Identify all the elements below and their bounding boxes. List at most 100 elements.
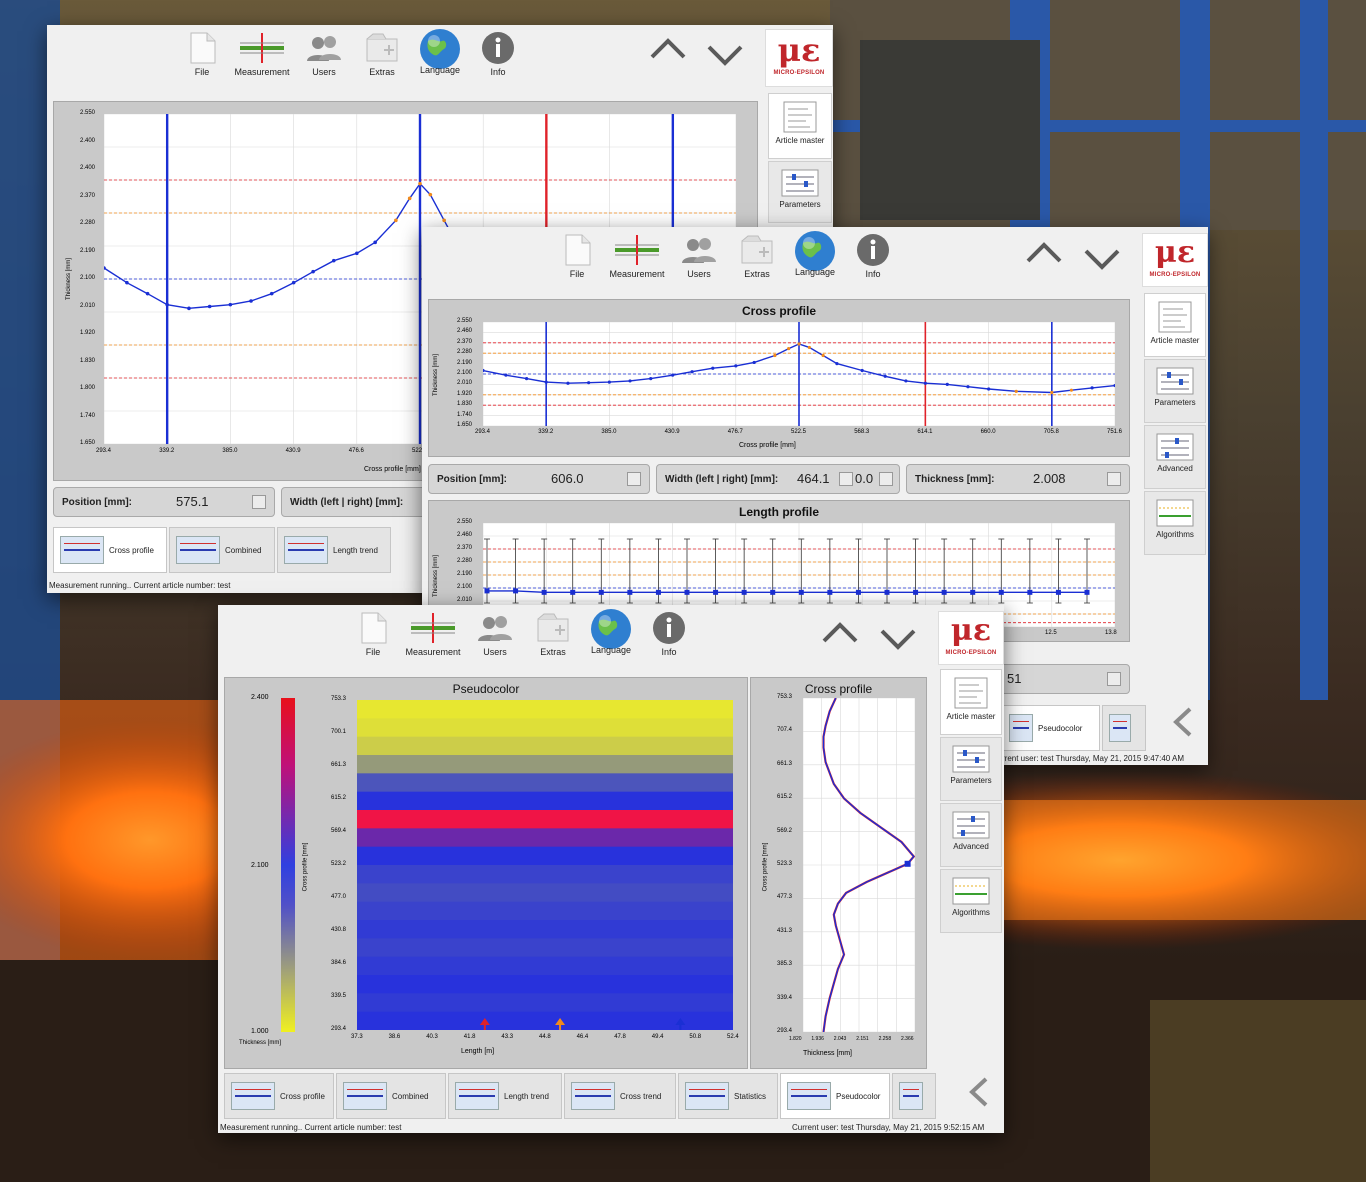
tick-label: 660.0 <box>980 429 996 435</box>
toolbar-users[interactable]: Users <box>669 227 729 299</box>
data-point <box>394 218 398 223</box>
scroll-up-button[interactable] <box>822 619 858 653</box>
tick-label: 50.8 <box>689 1034 702 1040</box>
data-point <box>291 280 296 285</box>
data-point <box>418 181 422 186</box>
x-axis-label: Cross profile [mm] <box>364 466 421 473</box>
cross-profile-plot <box>481 321 1117 427</box>
sidebar-item-algorithms[interactable]: Algorithms <box>940 869 1002 933</box>
expand-icon[interactable] <box>1107 672 1121 686</box>
sidebar-item-advanced[interactable]: Advanced <box>940 803 1002 867</box>
colorbar-tick-min: 1.000 <box>251 1028 269 1035</box>
toolbar-language[interactable]: Language <box>581 605 641 677</box>
toolbar-measurement[interactable]: Measurement <box>403 605 463 677</box>
status-bar-left: Measurement running.. Current article nu… <box>220 1123 402 1132</box>
scroll-up-button[interactable] <box>1026 239 1062 273</box>
tab-pseudocolor[interactable]: Pseudocolor <box>1002 705 1100 751</box>
tab-pseudocolor[interactable]: Pseudocolor <box>780 1073 890 1119</box>
tab-combined[interactable]: Combined <box>169 527 275 573</box>
toolbar-extras[interactable]: Extras <box>523 605 583 677</box>
tab-length-trend[interactable]: Length trend <box>277 527 391 573</box>
scroll-down-button[interactable] <box>880 625 916 659</box>
extras-icon <box>741 235 773 264</box>
data-point <box>627 589 633 595</box>
sidebar: Article master Parameters Advanced Algor… <box>1144 293 1206 555</box>
tick-label: 707.4 <box>777 727 793 734</box>
sidebar-item-article-master[interactable]: Article master <box>1144 293 1206 357</box>
cross-profile-thumb-icon <box>231 1082 275 1110</box>
data-point <box>145 291 150 296</box>
tab-cross-profile[interactable]: Cross profile <box>224 1073 334 1119</box>
toolbar-measurement[interactable]: Measurement <box>607 227 667 299</box>
toolbar-file[interactable]: File <box>547 227 607 299</box>
expand-icon[interactable] <box>252 495 266 509</box>
toolbar-info[interactable]: Info <box>468 25 528 97</box>
data-point <box>125 280 129 285</box>
chevron-left-icon <box>969 1077 988 1107</box>
toolbar-extras[interactable]: Extras <box>352 25 412 97</box>
tick-label: 522.5 <box>791 429 807 435</box>
x-axis-label: Cross profile [mm] <box>739 442 796 449</box>
data-point <box>734 364 738 368</box>
y-axis-label: Thickness [mm] <box>66 257 72 300</box>
chevron-up-icon <box>1026 242 1062 263</box>
expand-left-icon[interactable] <box>839 472 853 486</box>
toolbar-info[interactable]: Info <box>639 605 699 677</box>
tick-label: 430.9 <box>664 429 680 435</box>
data-point <box>481 368 485 373</box>
tick-label: 477.0 <box>331 894 347 900</box>
sidebar-item-parameters[interactable]: Parameters <box>940 737 1002 801</box>
extras-icon <box>537 613 569 642</box>
tick-label: 49.4 <box>651 1034 664 1040</box>
chevron-down-icon <box>707 45 743 66</box>
tab-more[interactable] <box>892 1073 936 1119</box>
pseudocolor-thumb-icon <box>1009 714 1033 742</box>
scroll-up-button[interactable] <box>650 35 686 69</box>
toolbar-file[interactable]: File <box>172 25 232 97</box>
tick-label: 2.550 <box>80 110 96 116</box>
tab-cross-trend[interactable]: Cross trend <box>564 1073 676 1119</box>
data-point <box>598 589 604 595</box>
chevron-left-icon <box>1173 707 1192 737</box>
toolbar-info[interactable]: Info <box>843 227 903 299</box>
tick-label: 2.280 <box>457 349 473 356</box>
toolbar-users[interactable]: Users <box>465 605 525 677</box>
tab-more[interactable] <box>1102 705 1146 751</box>
toolbar: File Measurement Users Extras Language I… <box>547 227 927 299</box>
tab-combined[interactable]: Combined <box>336 1073 446 1119</box>
scroll-down-button[interactable] <box>1084 245 1120 279</box>
sidebar-item-article-master[interactable]: Article master <box>768 93 832 159</box>
data-point <box>484 588 490 594</box>
tick-label: 293.4 <box>777 1028 793 1034</box>
expand-icon[interactable] <box>627 472 641 486</box>
toolbar-file[interactable]: File <box>343 605 403 677</box>
tick-label: 2.550 <box>457 318 473 324</box>
tick-label: 2.400 <box>80 137 96 144</box>
measurement-icon <box>240 33 284 63</box>
expand-icon[interactable] <box>1107 472 1121 486</box>
pseudocolor-thumb-icon <box>787 1082 831 1110</box>
sidebar-item-parameters[interactable]: Parameters <box>768 161 832 223</box>
toolbar-measurement[interactable]: Measurement <box>232 25 292 97</box>
tab-cross-profile[interactable]: Cross profile <box>53 527 167 573</box>
tab-statistics[interactable]: Statistics <box>678 1073 778 1119</box>
data-point <box>827 589 833 595</box>
sidebar-item-algorithms[interactable]: Algorithms <box>1144 491 1206 555</box>
tick-label: 2.043 <box>833 1036 847 1042</box>
back-button[interactable] <box>1168 705 1198 744</box>
cross-profile-panel: Cross profile 2.550 2.460 2.370 2.280 2.190 2… <box>428 299 1130 457</box>
tab-length-trend[interactable]: Length trend <box>448 1073 562 1119</box>
scroll-down-button[interactable] <box>707 41 743 75</box>
tick-label: 1.830 <box>457 401 473 408</box>
toolbar-language[interactable]: Language <box>785 227 845 299</box>
sidebar-item-article-master[interactable]: Article master <box>940 669 1002 735</box>
tick-label: 385.0 <box>222 448 238 454</box>
toolbar-extras[interactable]: Extras <box>727 227 787 299</box>
expand-right-icon[interactable] <box>879 472 893 486</box>
back-button[interactable] <box>964 1075 994 1114</box>
y-axis-label: Cross profile [mm] <box>762 842 769 892</box>
sidebar-item-parameters[interactable]: Parameters <box>1144 359 1206 423</box>
toolbar-language[interactable]: Language <box>410 25 470 97</box>
toolbar-users[interactable]: Users <box>294 25 354 97</box>
sidebar-item-advanced[interactable]: Advanced <box>1144 425 1206 489</box>
